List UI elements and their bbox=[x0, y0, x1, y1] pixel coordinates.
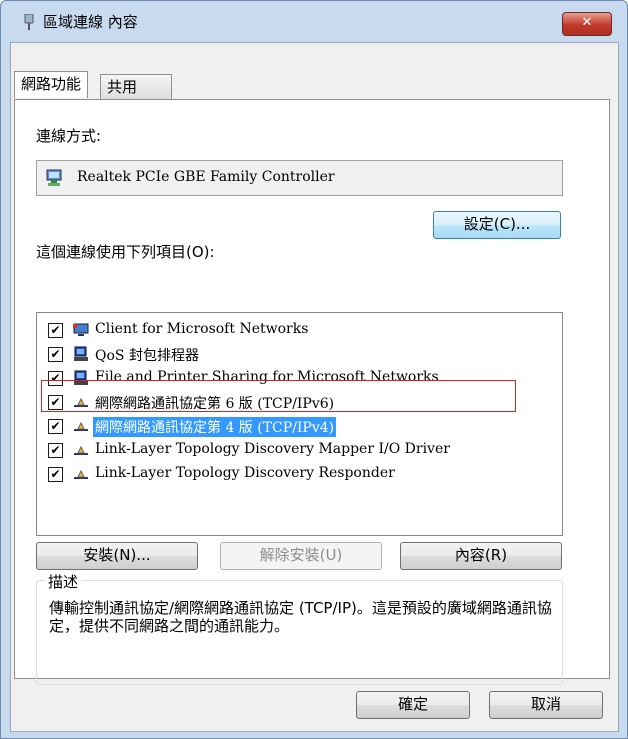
list-item-selected[interactable]: ✔ 網際網路通訊協定第 4 版 (TCP/IPv4) bbox=[37, 415, 560, 439]
checkbox[interactable]: ✔ bbox=[48, 467, 63, 482]
item-label: 網際網路通訊協定第 4 版 (TCP/IPv4) bbox=[93, 417, 337, 437]
cancel-button[interactable]: 取消 bbox=[489, 691, 603, 719]
checkbox[interactable]: ✔ bbox=[48, 443, 63, 458]
tab-sharing[interactable]: 共用 bbox=[100, 74, 172, 99]
uninstall-button[interactable]: 解除安裝(U) bbox=[220, 542, 382, 570]
adapter-field: Realtek PCIe GBE Family Controller bbox=[36, 160, 563, 196]
close-button[interactable]: ✕ bbox=[562, 12, 612, 36]
items-label: 這個連線使用下列項目(O): bbox=[36, 243, 215, 261]
protocol-icon bbox=[74, 445, 88, 455]
item-label: QoS 封包排程器 bbox=[95, 348, 199, 364]
item-label: Link-Layer Topology Discovery Mapper I/O… bbox=[95, 441, 450, 457]
checkbox[interactable]: ✔ bbox=[48, 323, 63, 338]
protocol-icon bbox=[74, 469, 88, 479]
list-item[interactable]: ✔ Link-Layer Topology Discovery Mapper I… bbox=[37, 439, 560, 463]
checkbox[interactable]: ✔ bbox=[48, 347, 63, 362]
network-adapter-icon bbox=[46, 169, 62, 186]
list-item[interactable]: ✔ Link-Layer Topology Discovery Responde… bbox=[37, 463, 560, 487]
connect-using-label: 連線方式: bbox=[36, 127, 102, 145]
properties-window: 區域連線 內容 ✕ 網路功能 共用 連線方式: Realtek PCIe GBE… bbox=[0, 0, 628, 739]
title-bar[interactable]: 區域連線 內容 ✕ bbox=[1, 1, 627, 41]
checkbox[interactable]: ✔ bbox=[48, 419, 63, 434]
item-label: Link-Layer Topology Discovery Responder bbox=[95, 465, 395, 481]
description-text: 傳輸控制通訊協定/網際網路通訊協定 (TCP/IP)。這是預設的廣域網路通訊協定… bbox=[49, 599, 552, 635]
description-group: 描述 傳輸控制通訊協定/網際網路通訊協定 (TCP/IP)。這是預設的廣域網路通… bbox=[36, 571, 563, 685]
item-label: Client for Microsoft Networks bbox=[95, 321, 309, 337]
protocol-icon bbox=[74, 421, 88, 431]
list-item[interactable]: ✔ Client for Microsoft Networks bbox=[37, 319, 560, 343]
install-button[interactable]: 安裝(N)... bbox=[36, 542, 198, 570]
list-item[interactable]: ✔ QoS 封包排程器 bbox=[37, 343, 560, 367]
selection-highlight-box bbox=[41, 380, 516, 412]
tab-networking[interactable]: 網路功能 bbox=[14, 71, 89, 98]
ok-button[interactable]: 確定 bbox=[356, 691, 470, 719]
adapter-name: Realtek PCIe GBE Family Controller bbox=[77, 169, 335, 185]
description-title: 描述 bbox=[45, 571, 82, 592]
window-title: 區域連線 內容 bbox=[43, 13, 138, 31]
configure-button[interactable]: 設定(C)... bbox=[433, 211, 561, 239]
components-list[interactable]: ✔ Client for Microsoft Networks ✔ QoS 封包… bbox=[36, 312, 563, 536]
properties-button[interactable]: 內容(R) bbox=[400, 542, 562, 570]
network-connection-icon bbox=[24, 14, 34, 30]
network-client-icon bbox=[73, 323, 89, 336]
service-icon bbox=[74, 346, 88, 361]
